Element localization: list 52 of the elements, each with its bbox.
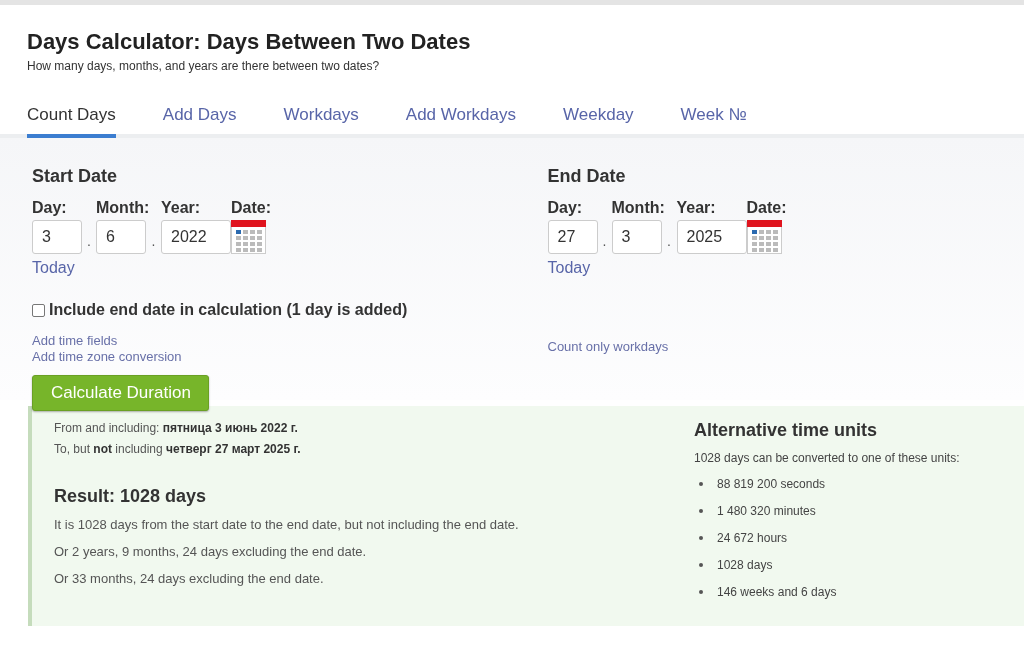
month-field[interactable]: 6 [96, 220, 146, 254]
from-line: From and including: пятница 3 июнь 2022 г. [54, 420, 298, 437]
section-heading: End Date [547, 166, 627, 187]
year-field[interactable]: 2022 [161, 220, 231, 254]
option-link[interactable]: Add time zone conversion [32, 349, 182, 365]
tab[interactable]: Workdays [283, 105, 359, 138]
day-field[interactable]: 27 [547, 220, 598, 254]
result-text: Or 2 years, 9 months, 24 days excluding the end date. [54, 544, 367, 559]
tab[interactable]: Weekday [563, 105, 634, 138]
year-field[interactable]: 2025 [676, 220, 747, 254]
today-link[interactable]: Today [32, 259, 75, 277]
option-link[interactable]: Count only workdays [547, 339, 669, 355]
bullet-icon [699, 535, 703, 540]
field-label: Day: [547, 199, 584, 217]
field-label: Month: [96, 199, 146, 217]
month-field[interactable]: 3 [611, 220, 662, 254]
checkbox[interactable] [32, 303, 45, 317]
unit-item: 88 819 200 seconds [717, 476, 826, 491]
tab[interactable]: Add Workdays [405, 105, 517, 138]
bullet-icon [699, 562, 703, 567]
unit-item: 1028 days [717, 557, 773, 572]
separator: . [150, 232, 157, 249]
separator: . [666, 232, 672, 249]
checkbox-label: Include end date in calculation (1 day is added) [49, 301, 408, 319]
today-link[interactable]: Today [547, 259, 591, 277]
page-title: Days Calculator: Days Between Two Dates [27, 29, 471, 55]
section-heading: Alternative time units [694, 420, 878, 441]
calendar-icon[interactable] [746, 220, 782, 254]
section-heading: Start Date [32, 166, 119, 187]
separator: . [601, 232, 608, 249]
field-label: Year: [676, 199, 717, 217]
tab[interactable]: Week № [680, 105, 747, 138]
result-heading: Result: 1028 days [54, 486, 207, 507]
bullet-icon [699, 589, 703, 594]
field-label: Month: [611, 199, 662, 217]
tab[interactable]: Add Days [162, 105, 237, 138]
unit-item: 146 weeks and 6 days [717, 584, 837, 599]
unit-item: 24 672 hours [717, 530, 788, 545]
field-label: Year: [161, 199, 202, 217]
to-line: To, but not including четверг 27 март 2025 г. [54, 441, 301, 458]
field-label: Day: [32, 199, 68, 217]
result-text: It is 1028 days from the start date to the end date, but not including the end date. [54, 517, 519, 532]
bullet-icon [699, 508, 703, 513]
separator: . [86, 232, 92, 249]
result-text: Or 33 months, 24 days excluding the end date. [54, 571, 324, 586]
intro-text: 1028 days can be converted to one of these units: [694, 451, 960, 465]
page-subtitle: How many days, months, and years are there between two dates? [27, 59, 380, 73]
day-field[interactable]: 3 [32, 220, 82, 254]
calendar-icon[interactable] [231, 220, 266, 254]
unit-item: 1 480 320 minutes [717, 503, 816, 518]
option-link[interactable]: Add time fields [32, 333, 118, 349]
bullet-icon [699, 481, 703, 486]
